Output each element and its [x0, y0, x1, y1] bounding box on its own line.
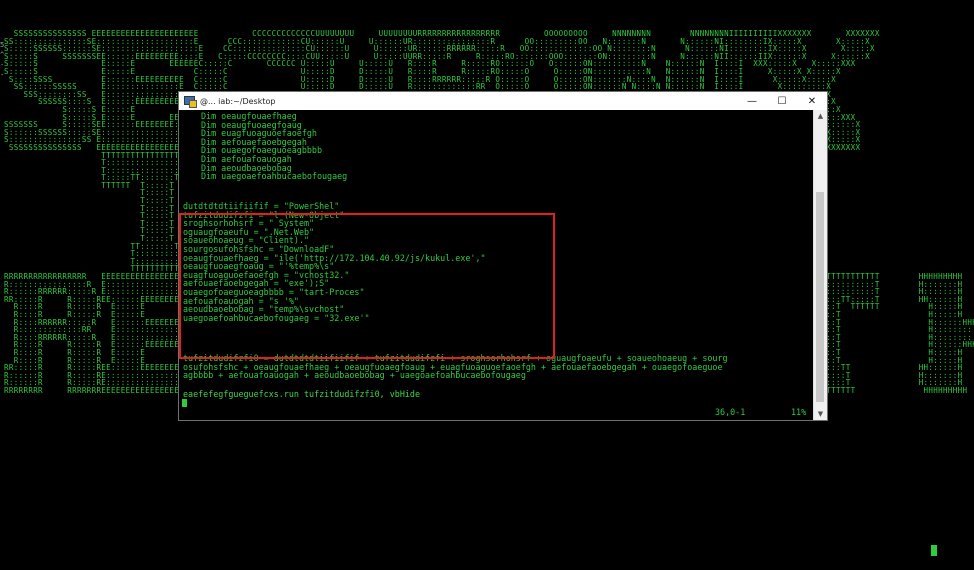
scroll-down-arrow-icon[interactable]: ▼	[814, 408, 827, 420]
scroll-up-arrow-icon[interactable]: ▲	[814, 110, 827, 122]
status-percent: 11%	[791, 407, 807, 417]
string-assignments: dutdtdtdtiifiifif = "PowerShel" tufzitdud…	[183, 202, 486, 322]
dim-declarations: Dim oeaugfouaefhaeg Dim oeaugfuoaegfoaug D…	[201, 112, 347, 181]
putty-terminal-window[interactable]: @... iab:~/Desktop — ☐ ✕ Dim oeaugfouaef…	[178, 91, 828, 421]
status-position: 36,0-1	[715, 407, 746, 417]
run-command-line: eaefefegfgueguefcxs.run tufzitdudifzfi0,…	[183, 389, 420, 399]
window-titlebar[interactable]: @... iab:~/Desktop — ☐ ✕	[179, 92, 827, 110]
terminal-area[interactable]: Dim oeaugfouaefhaeg Dim oeaugfuoaegfoaug D…	[179, 110, 815, 420]
concat-statement: tufzitdudifzfi0 = dutdtdtdtiifiifif + tu…	[183, 354, 728, 380]
terminal-cursor	[182, 399, 187, 407]
window-title: @... iab:~/Desktop	[200, 96, 276, 106]
code-line-assign: uaegoaefoahbucaebofougaeg = "32.exe'"	[183, 312, 370, 323]
code-line-dim: Dim uaegoaefoahbucaebofougaeg	[201, 171, 348, 182]
scrollbar-thumb[interactable]	[816, 192, 824, 402]
background-terminal-cursor	[931, 545, 937, 556]
maximize-button[interactable]: ☐	[767, 92, 797, 110]
minimize-button[interactable]: —	[737, 92, 767, 110]
vertical-scrollbar[interactable]: ▲ ▼	[813, 110, 827, 420]
close-button[interactable]: ✕	[797, 92, 827, 110]
putty-app-icon[interactable]	[184, 95, 197, 108]
code-line-concat: agbbbb + aefouafoauogah + aeoudbaoebobag…	[183, 370, 526, 381]
